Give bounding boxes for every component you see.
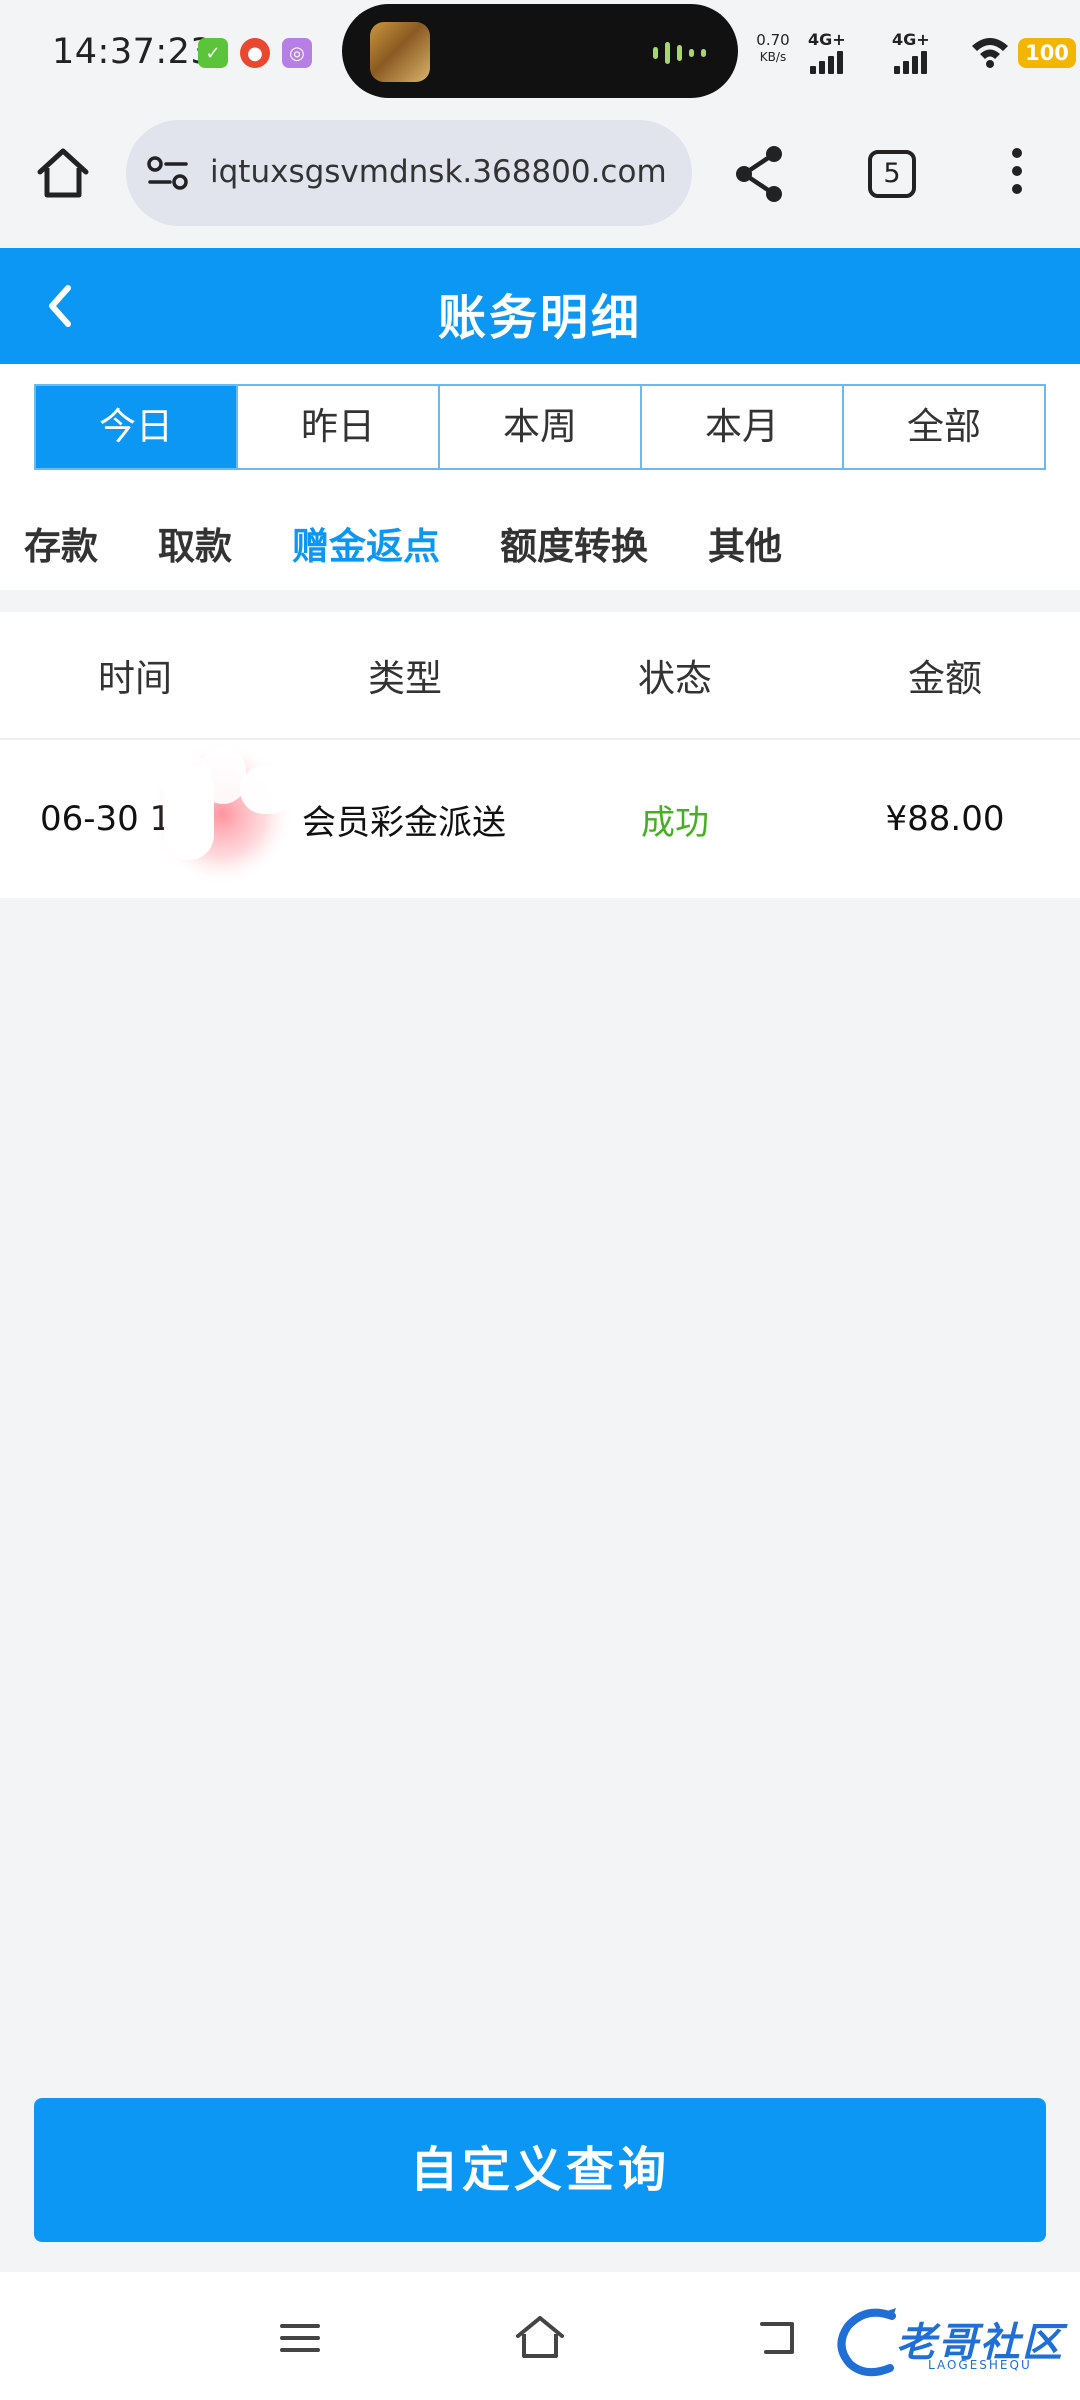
cell-status: 成功 [641,802,709,843]
column-header-amount: 金额 [908,657,982,700]
address-bar[interactable]: iqtuxsgsvmdnsk.368800.com [126,120,692,226]
status-time: 14:37:23 [52,32,214,72]
period-tab-this-month[interactable]: 本月 [642,386,844,468]
transaction-table: 时间 类型 状态 金额 06-30 1 会员彩金派送 成功 ¥88.00 [0,612,1080,898]
dynamic-island[interactable] [342,4,738,98]
page-title: 账务明细 [437,290,642,346]
nav-home-icon[interactable] [512,2312,568,2362]
cell-type: 会员彩金派送 [302,802,506,843]
period-tab-all[interactable]: 全部 [844,386,1044,468]
audio-wave-icon [653,42,706,64]
signal-1-icon: 4G+ [804,30,854,76]
column-header-type: 类型 [368,657,442,700]
battery-indicator: 100 [1018,38,1076,68]
cell-time: 06-30 1 [40,799,172,839]
period-tab-yesterday[interactable]: 昨日 [238,386,440,468]
signal-2-icon: 4G+ [888,30,938,76]
network-speed: 0.70 KB/s [756,31,790,65]
site-settings-icon[interactable] [146,153,190,193]
status-bar: 14:37:23 ✓ ● ◎ 0.70 KB/s 4G+ 4G+ 100 [0,0,1080,108]
category-tab-withdraw[interactable]: 取款 [158,516,232,576]
notification-icons: ✓ ● ◎ [198,38,312,68]
filter-panel: 今日 昨日 本周 本月 全部 存款 取款 赠金返点 额度转换 其他 [0,364,1080,590]
taobao-icon: ● [240,38,270,68]
system-nav-bar: 老哥社区 LAOGESHEQU [0,2272,1080,2400]
page-header: 账务明细 [0,248,1080,364]
site-watermark: 老哥社区 LAOGESHEQU [836,2302,1072,2382]
column-header-time: 时间 [98,657,172,700]
custom-query-button[interactable]: 自定义查询 [34,2098,1046,2242]
cell-amount: ¥88.00 [885,799,1005,839]
table-header: 时间 类型 状态 金额 [0,612,1080,740]
nav-back-icon[interactable] [756,2314,802,2358]
table-row[interactable]: 06-30 1 会员彩金派送 成功 ¥88.00 [0,740,1080,898]
category-tabs: 存款 取款 赠金返点 额度转换 其他 [24,516,842,576]
wechat-icon: ✓ [198,38,228,68]
recent-apps-icon[interactable] [278,2320,322,2356]
share-icon[interactable] [732,144,788,204]
period-segmented-control: 今日 昨日 本周 本月 全部 [34,384,1046,470]
watermark-subtext: LAOGESHEQU [928,2358,1032,2372]
period-tab-this-week[interactable]: 本周 [440,386,642,468]
media-thumbnail [370,22,430,82]
category-tab-bonus-rebate[interactable]: 赠金返点 [292,516,440,576]
category-tab-other[interactable]: 其他 [708,516,782,576]
category-tab-deposit[interactable]: 存款 [24,516,98,576]
url-text[interactable]: iqtuxsgsvmdnsk.368800.com [210,154,678,190]
browser-toolbar: iqtuxsgsvmdnsk.368800.com 5 [0,108,1080,248]
period-tab-today[interactable]: 今日 [36,386,238,468]
home-icon[interactable] [34,144,92,202]
column-header-status: 状态 [638,657,712,700]
more-menu-icon[interactable] [1000,148,1034,204]
tab-switcher-button[interactable]: 5 [868,150,916,198]
wifi-icon [972,38,1008,68]
category-tab-transfer[interactable]: 额度转换 [500,516,648,576]
app-icon: ◎ [282,38,312,68]
